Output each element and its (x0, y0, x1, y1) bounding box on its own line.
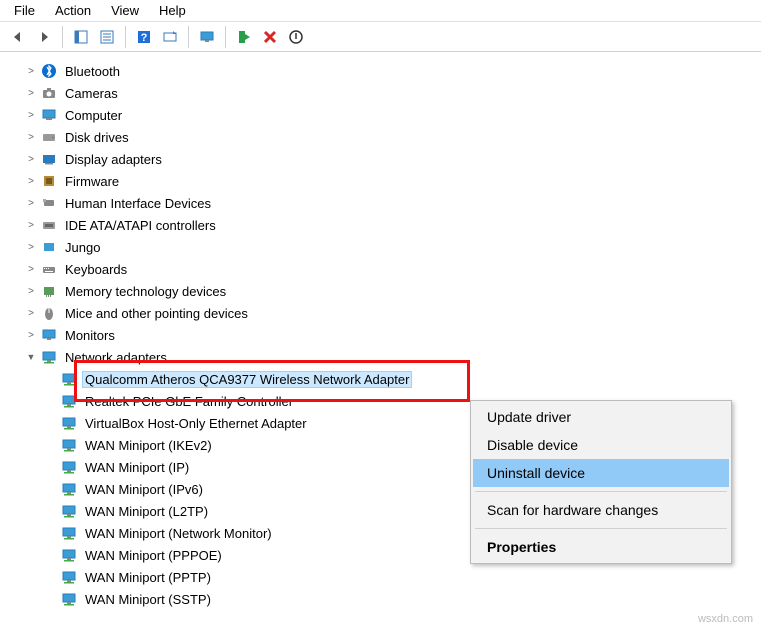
disk-icon (40, 128, 58, 146)
jungo-icon (40, 238, 58, 256)
tree-node-cameras[interactable]: > Cameras (24, 82, 757, 104)
keyboard-icon (40, 260, 58, 278)
network-adapter-icon (60, 392, 78, 410)
context-update-driver[interactable]: Update driver (473, 403, 729, 431)
context-separator (475, 491, 727, 492)
back-button[interactable] (6, 25, 30, 49)
expander-icon[interactable]: > (24, 176, 38, 187)
expander-icon[interactable]: > (24, 286, 38, 297)
expander-icon[interactable]: > (24, 154, 38, 165)
menu-file[interactable]: File (4, 1, 45, 20)
network-adapter-icon (60, 480, 78, 498)
forward-button[interactable] (32, 25, 56, 49)
monitor-icon (40, 326, 58, 344)
expander-icon[interactable]: > (24, 66, 38, 77)
tree-node-display-adapters[interactable]: > Display adapters (24, 148, 757, 170)
help-button[interactable]: ? (132, 25, 156, 49)
network-adapter-icon (60, 436, 78, 454)
network-adapter-icon (60, 370, 78, 388)
tree-node-memory-tech[interactable]: > Memory technology devices (24, 280, 757, 302)
camera-icon (40, 84, 58, 102)
scan-button-1[interactable] (158, 25, 182, 49)
memory-icon (40, 282, 58, 300)
tree-node-wan-sstp[interactable]: WAN Miniport (SSTP) (44, 588, 757, 610)
context-uninstall-device[interactable]: Uninstall device (473, 459, 729, 487)
network-adapter-icon (60, 502, 78, 520)
tree-node-wan-pptp[interactable]: WAN Miniport (PPTP) (44, 566, 757, 588)
network-adapter-icon (60, 590, 78, 608)
menu-action[interactable]: Action (45, 1, 101, 20)
menu-help[interactable]: Help (149, 1, 196, 20)
context-separator (475, 528, 727, 529)
tree-node-mice[interactable]: > Mice and other pointing devices (24, 302, 757, 324)
tree-node-ide[interactable]: > IDE ATA/ATAPI controllers (24, 214, 757, 236)
bluetooth-icon (40, 62, 58, 80)
tree-node-qualcomm-atheros[interactable]: Qualcomm Atheros QCA9377 Wireless Networ… (44, 368, 757, 390)
network-adapter-icon (60, 524, 78, 542)
tree-node-computer[interactable]: > Computer (24, 104, 757, 126)
context-disable-device[interactable]: Disable device (473, 431, 729, 459)
firmware-icon (40, 172, 58, 190)
expander-icon[interactable]: > (24, 220, 38, 231)
expander-icon[interactable]: > (24, 330, 38, 341)
watermark: wsxdn.com (698, 613, 753, 625)
expander-icon[interactable]: > (24, 110, 38, 121)
context-properties[interactable]: Properties (473, 533, 729, 561)
tree-node-keyboards[interactable]: > Keyboards (24, 258, 757, 280)
expander-icon[interactable]: > (24, 308, 38, 319)
context-menu: Update driver Disable device Uninstall d… (470, 400, 732, 564)
context-scan-hardware[interactable]: Scan for hardware changes (473, 496, 729, 524)
expander-icon[interactable]: ▼ (24, 352, 38, 362)
network-icon (40, 348, 58, 366)
network-adapter-icon (60, 546, 78, 564)
expander-icon[interactable]: > (24, 242, 38, 253)
uninstall-button[interactable] (258, 25, 282, 49)
ide-icon (40, 216, 58, 234)
network-adapter-icon (60, 414, 78, 432)
disable-button[interactable] (284, 25, 308, 49)
network-adapter-icon (60, 458, 78, 476)
tree-node-hid[interactable]: > Human Interface Devices (24, 192, 757, 214)
tree-node-network-adapters[interactable]: ▼ Network adapters (24, 346, 757, 368)
properties-button[interactable] (95, 25, 119, 49)
monitor-button[interactable] (195, 25, 219, 49)
expander-icon[interactable]: > (24, 88, 38, 99)
tree-node-bluetooth[interactable]: > Bluetooth (24, 60, 757, 82)
tree-node-jungo[interactable]: > Jungo (24, 236, 757, 258)
menubar: File Action View Help (0, 0, 761, 22)
expander-icon[interactable]: > (24, 132, 38, 143)
tree-node-firmware[interactable]: > Firmware (24, 170, 757, 192)
expander-icon[interactable]: > (24, 198, 38, 209)
expander-icon[interactable]: > (24, 264, 38, 275)
update-driver-button[interactable] (232, 25, 256, 49)
toolbar: ? (0, 22, 761, 52)
show-hide-tree-button[interactable] (69, 25, 93, 49)
display-adapter-icon (40, 150, 58, 168)
tree-node-monitors[interactable]: > Monitors (24, 324, 757, 346)
svg-text:?: ? (141, 32, 148, 44)
mouse-icon (40, 304, 58, 322)
network-adapter-icon (60, 568, 78, 586)
computer-icon (40, 106, 58, 124)
menu-view[interactable]: View (101, 1, 149, 20)
tree-node-disk-drives[interactable]: > Disk drives (24, 126, 757, 148)
hid-icon (40, 194, 58, 212)
